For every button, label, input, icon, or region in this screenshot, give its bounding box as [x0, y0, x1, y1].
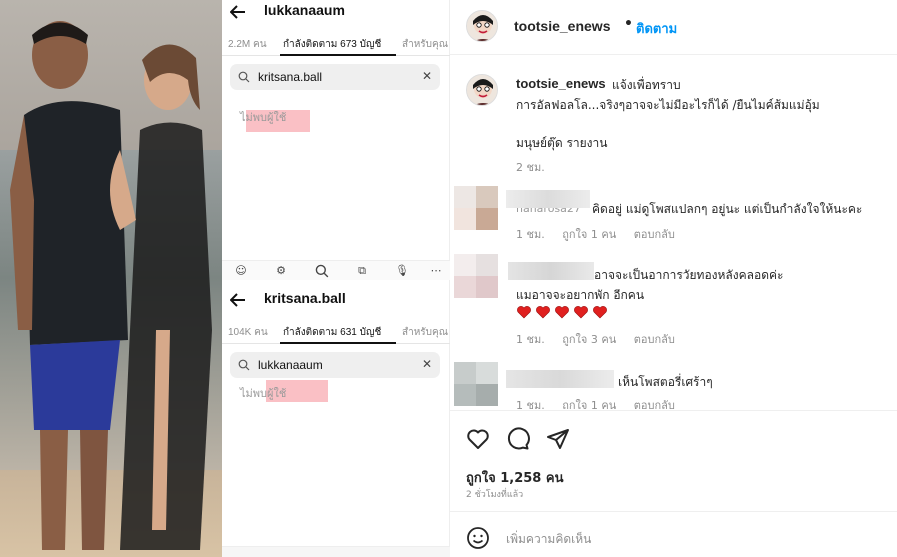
- follow-button[interactable]: ติดตาม: [636, 18, 677, 39]
- profile-username: kritsana.ball: [264, 290, 346, 306]
- more-icon[interactable]: ⋯: [429, 264, 443, 278]
- search-icon: [238, 359, 250, 371]
- back-arrow-icon[interactable]: [230, 293, 246, 307]
- comment-meta: 1 ชม. ถูกใจ 1 คน ตอบกลับ: [516, 225, 689, 243]
- back-arrow-icon[interactable]: [230, 5, 246, 19]
- reply-button[interactable]: ตอบกลับ: [634, 333, 675, 346]
- heart-icon[interactable]: [466, 427, 490, 451]
- tab-active-indicator: [280, 342, 396, 344]
- profile-username: lukkanaaum: [264, 2, 345, 18]
- heart-emoji-row: [517, 306, 607, 319]
- tab-followers[interactable]: 104K คน: [228, 325, 268, 340]
- mic-icon[interactable]: 🎙: [395, 264, 409, 278]
- tab-active-indicator: [280, 54, 396, 56]
- caption-time: 2 ชม.: [516, 161, 545, 174]
- reply-button[interactable]: ตอบกลับ: [634, 399, 675, 409]
- panel-header: lukkanaaum: [222, 0, 450, 26]
- comment-meta: 1 ชม. ถูกใจ 3 คน ตอบกลับ: [516, 330, 689, 348]
- avatar[interactable]: [466, 74, 498, 106]
- comment-time: 1 ชม.: [516, 228, 545, 241]
- comment-text: คิดอยู่ แม่ดูโพสแปลกๆ อยู่นะ แต่เป็นกำลั…: [592, 202, 863, 216]
- keyboard-toolbar-partial: [222, 546, 450, 557]
- clear-icon[interactable]: ✕: [422, 357, 432, 371]
- smile-icon[interactable]: [466, 526, 490, 550]
- panel-header: kritsana.ball: [222, 288, 450, 314]
- tab-following[interactable]: กำลังติดตาม 673 บัญชี: [283, 37, 381, 52]
- like-count[interactable]: ถูกใจ 1,258 คน: [466, 467, 563, 488]
- separator-dot: •: [624, 16, 633, 32]
- comment-icon[interactable]: [506, 427, 530, 451]
- search-input[interactable]: kritsana.ball ✕: [230, 64, 440, 90]
- comment-time: 1 ชม.: [516, 399, 545, 409]
- gear-icon[interactable]: ⚙: [274, 264, 288, 278]
- tab-for-you[interactable]: สำหรับคุณ: [402, 325, 448, 340]
- sticker-icon[interactable]: ⧉: [355, 264, 369, 278]
- comment-likes[interactable]: ถูกใจ 3 คน: [562, 333, 616, 346]
- add-comment-input[interactable]: เพิ่มความคิดเห็น: [506, 530, 591, 549]
- tab-followers[interactable]: 2.2M คน: [228, 37, 267, 52]
- comment-likes[interactable]: ถูกใจ 1 คน: [562, 399, 616, 409]
- avatar[interactable]: [466, 10, 498, 42]
- post-photo: [0, 0, 222, 557]
- comment-meta: 1 ชม. ถูกใจ 1 คน ตอบกลับ: [516, 396, 689, 409]
- avatar[interactable]: [454, 362, 498, 406]
- avatar[interactable]: [454, 186, 498, 230]
- blurred-username: [508, 262, 594, 280]
- add-comment-bar: เพิ่มความคิดเห็น: [450, 511, 897, 557]
- caption-username[interactable]: tootsie_enews: [516, 76, 606, 91]
- heart-emojis: [516, 304, 616, 324]
- post-username[interactable]: tootsie_enews: [514, 18, 610, 34]
- post-header: tootsie_enews • ติดตาม: [450, 0, 897, 55]
- tab-for-you[interactable]: สำหรับคุณ: [402, 37, 448, 52]
- search-panel-2: kritsana.ball 104K คน กำลังติดตาม 631 บั…: [222, 288, 450, 557]
- keyboard-toolbar: ☺ ⚙ ⧉ 🎙 ⋯: [222, 260, 450, 280]
- search-value: kritsana.ball: [258, 70, 323, 84]
- share-icon[interactable]: [546, 427, 570, 451]
- woman-figure: [110, 44, 212, 550]
- post-time-ago: 2 ชั่วโมงที่แล้ว: [466, 490, 524, 500]
- caption-line-3: มนุษย์ตุ๊ด รายงาน: [516, 136, 608, 150]
- clear-icon[interactable]: ✕: [422, 69, 432, 83]
- search-value: lukkanaaum: [258, 358, 323, 372]
- post-actions: [450, 410, 897, 466]
- comment-likes[interactable]: ถูกใจ 1 คน: [562, 228, 616, 241]
- follow-tabs: 104K คน กำลังติดตาม 631 บัญชี สำหรับคุณ: [222, 320, 450, 344]
- search-icon: [238, 71, 250, 83]
- instagram-post-panel: tootsie_enews • ติดตาม tootsie_enews แจ้…: [450, 0, 897, 557]
- comment-time: 1 ชม.: [516, 333, 545, 346]
- avatar[interactable]: [454, 254, 498, 298]
- emoji-icon[interactable]: ☺: [234, 264, 248, 278]
- blurred-username: [506, 370, 614, 388]
- caption-line-2: การอัลฟอลโล...จริงๆอาจจะไม่มีอะไรก็ได้ /…: [516, 98, 820, 112]
- no-user-found: ไม่พบผู้ใช้: [240, 108, 310, 132]
- search-screenshots: lukkanaaum 2.2M คน กำลังติดตาม 673 บัญชี…: [222, 0, 450, 557]
- search-input[interactable]: lukkanaaum ✕: [230, 352, 440, 378]
- tab-following[interactable]: กำลังติดตาม 631 บัญชี: [283, 325, 381, 340]
- search-panel-1: lukkanaaum 2.2M คน กำลังติดตาม 673 บัญชี…: [222, 0, 450, 290]
- no-user-text: ไม่พบผู้ใช้: [240, 387, 287, 400]
- comment-text: อาจจะเป็นอาการวัยทองหลังคลอดค่ะ: [594, 268, 784, 282]
- no-user-found: ไม่พบผู้ใช้: [240, 380, 328, 402]
- comment-text-line-2: แมอาจจะอยากพัก อีกคน: [516, 288, 645, 302]
- reply-button[interactable]: ตอบกลับ: [634, 228, 675, 241]
- search-icon[interactable]: [315, 264, 329, 278]
- no-user-text: ไม่พบผู้ใช้: [240, 111, 287, 124]
- follow-tabs: 2.2M คน กำลังติดตาม 673 บัญชี สำหรับคุณ: [222, 32, 450, 56]
- comment-text: เห็นโพสตอรี่เศร้าๆ: [618, 375, 713, 389]
- blurred-username: [506, 190, 590, 208]
- caption-line-1: แจ้งเพื่อทราบ: [612, 78, 681, 92]
